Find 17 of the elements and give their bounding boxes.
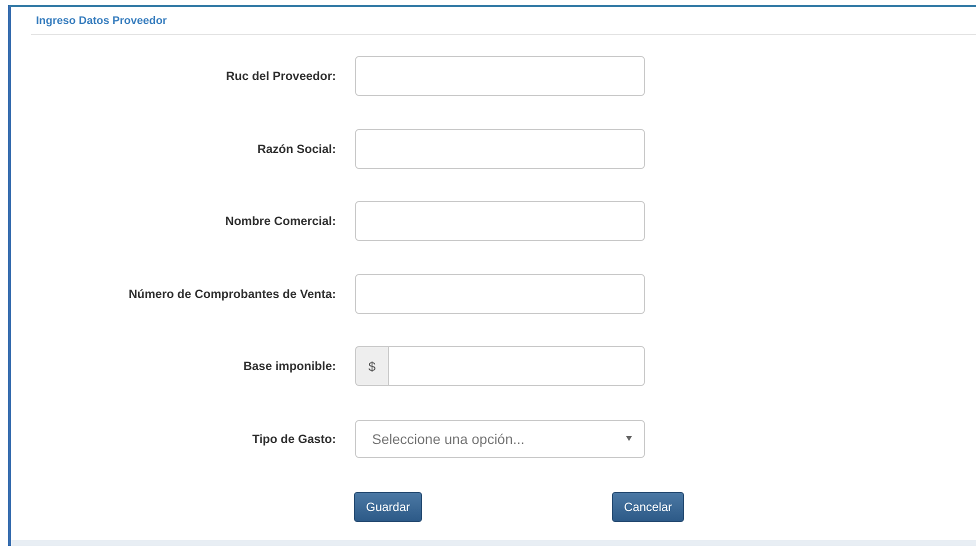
- panel-title: Ingreso Datos Proveedor: [36, 15, 167, 27]
- input-field[interactable]: [355, 56, 645, 96]
- action-button[interactable]: Guardar: [354, 492, 422, 522]
- input-field[interactable]: [388, 346, 645, 386]
- field-label: Base imponible:: [242, 359, 336, 374]
- input-field[interactable]: [355, 274, 645, 314]
- currency-addon: $: [355, 346, 388, 386]
- action-button[interactable]: Cancelar: [612, 492, 684, 522]
- field-label: Número de Comprobantes de Venta:: [128, 286, 336, 301]
- field-label: Ruc del Proveedor:: [224, 69, 336, 83]
- dropdown-field[interactable]: Seleccione una opción...: [355, 420, 645, 458]
- field-label: Nombre Comercial:: [224, 214, 336, 228]
- input-field[interactable]: [355, 201, 645, 242]
- input-field[interactable]: [355, 128, 645, 169]
- field-label: Tipo de Gasto:: [251, 432, 336, 446]
- caret-icon: [626, 436, 632, 442]
- field-label: Razón Social:: [256, 142, 336, 156]
